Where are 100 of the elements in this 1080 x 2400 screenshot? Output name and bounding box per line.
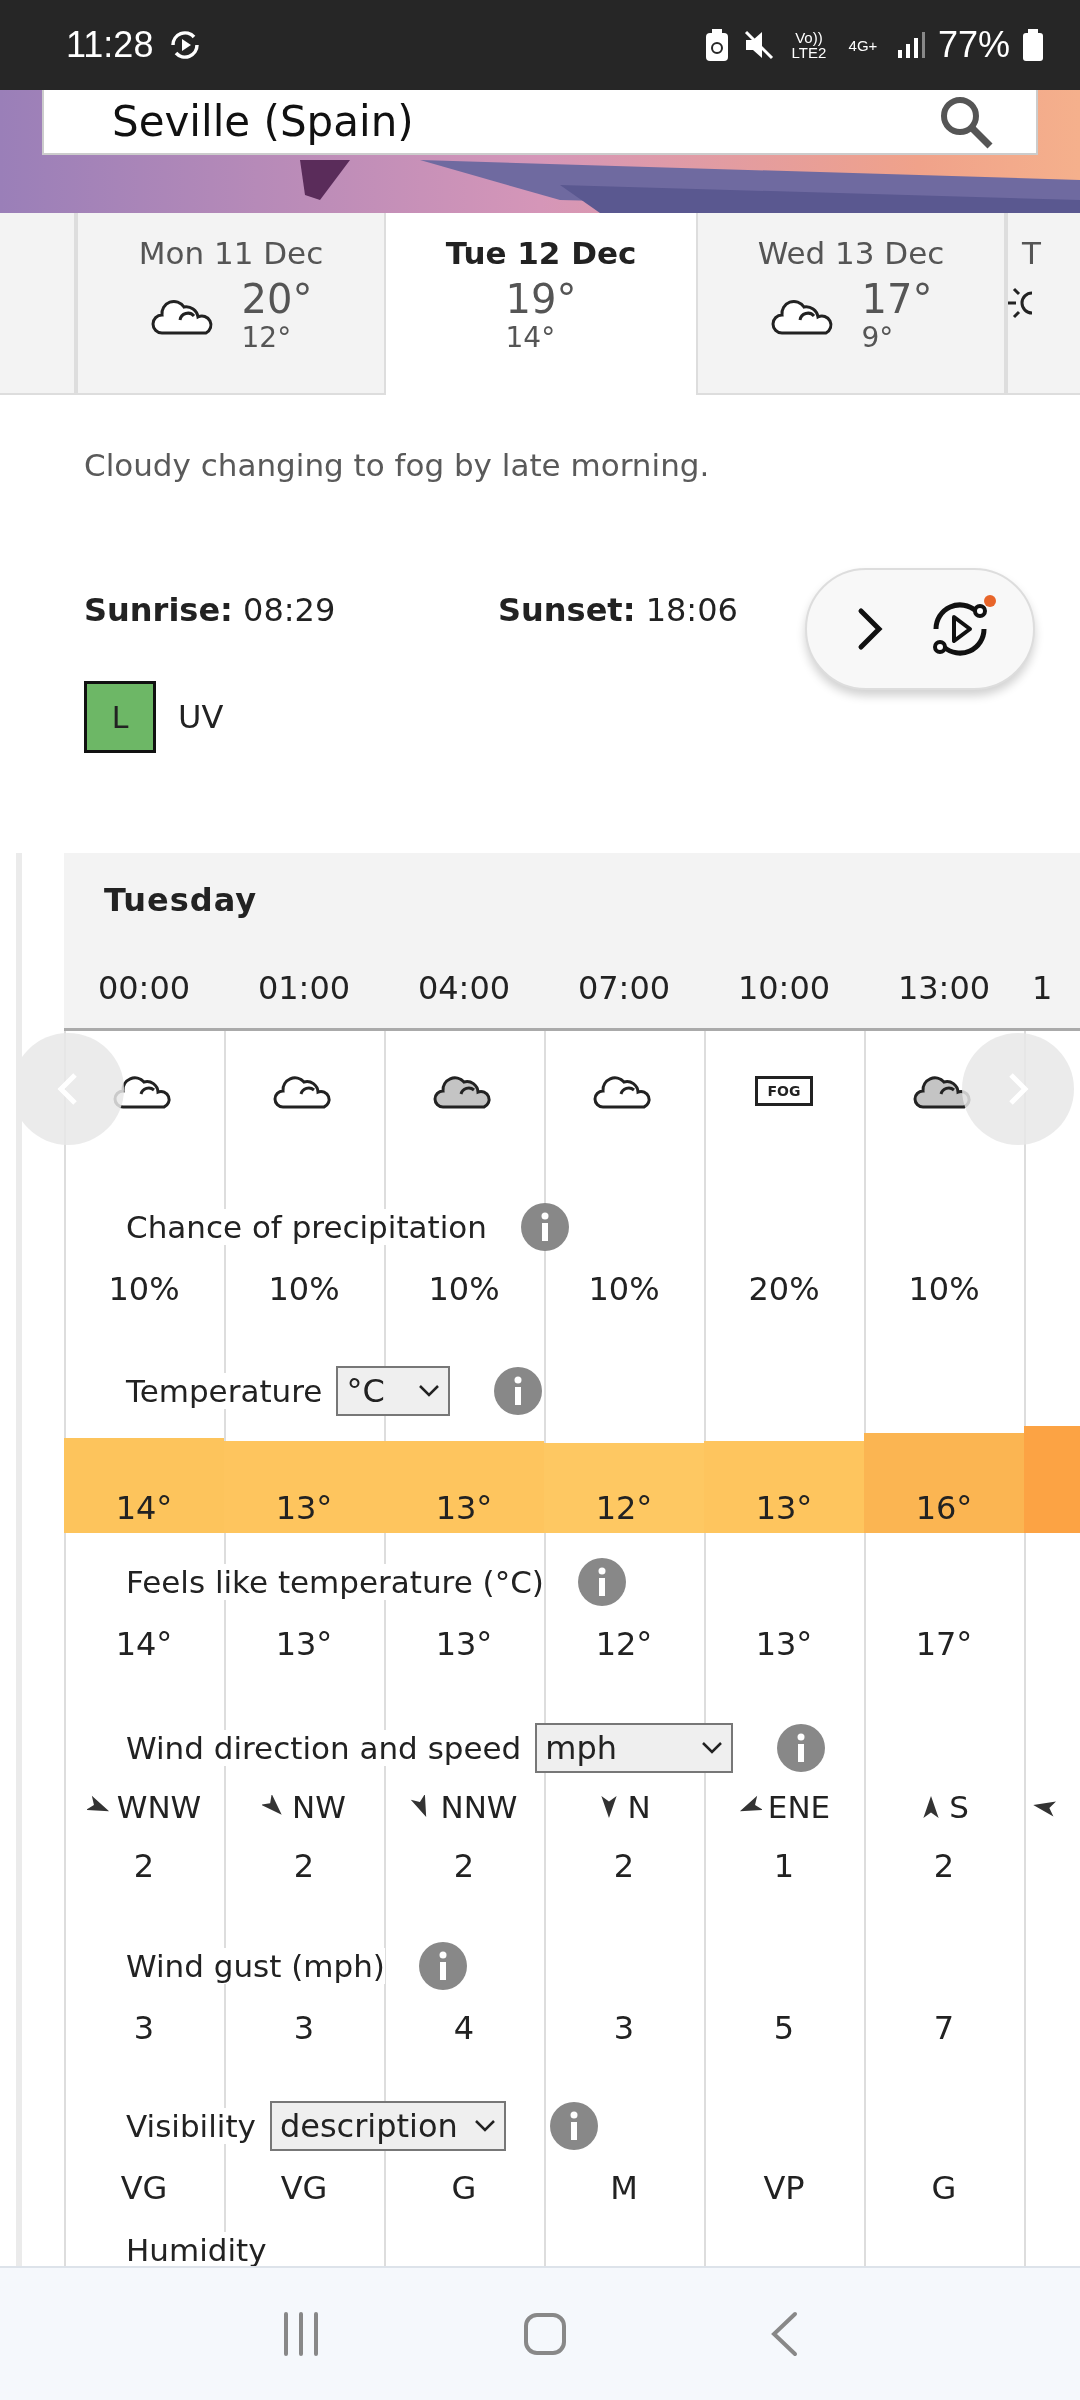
wind-gust-value: 7 — [932, 2008, 956, 2049]
wind-direction: N — [627, 1789, 651, 1825]
wind-gust-value: 3 — [132, 2008, 156, 2049]
wind-speed: 1 — [772, 1846, 796, 1887]
hour-heading: 10:00 — [736, 968, 832, 1009]
feels-like-value: 13° — [274, 1624, 334, 1665]
precipitation-value: 10% — [587, 1269, 661, 1310]
precipitation-value: 20% — [747, 1269, 821, 1310]
info-icon[interactable] — [777, 1724, 826, 1772]
forecast-summary: Cloudy changing to fog by late morning. — [84, 447, 711, 483]
fog-icon: FOG — [754, 1076, 814, 1106]
wind-speed: 2 — [932, 1846, 956, 1887]
temperature-bar: 13° — [224, 1440, 384, 1533]
day-heading: Tuesday — [103, 880, 259, 921]
wind-direction: WNW — [116, 1789, 202, 1825]
recent-apps-icon[interactable] — [281, 2311, 321, 2357]
wind-gust-value: 4 — [452, 2008, 476, 2049]
feels-like-value: 13° — [754, 1624, 814, 1665]
back-icon[interactable] — [769, 2311, 799, 2357]
network-indicator: 4G+ — [847, 37, 879, 53]
sunrise-time: Sunrise: 08:29 — [84, 591, 337, 629]
day-tab[interactable]: Wed 13 Dec 17° 9° — [696, 213, 1006, 395]
caret-icon — [473, 2119, 496, 2133]
low-temperature: 9° — [861, 321, 895, 354]
precipitation-value: 10% — [267, 1269, 341, 1310]
hour-heading: 13:00 — [896, 968, 992, 1009]
temperature-label: Temperature — [126, 1373, 323, 1409]
visibility-value: G — [450, 2168, 478, 2209]
wind-gust-value: 3 — [612, 2008, 636, 2049]
sunset-time: Sunset: 18:06 — [498, 591, 738, 629]
high-temperature: 19° — [505, 277, 577, 321]
wind-speed: 2 — [132, 1846, 156, 1887]
info-icon[interactable] — [549, 2102, 598, 2150]
info-icon[interactable] — [520, 1203, 569, 1251]
visibility-label: Visibility — [126, 2108, 256, 2144]
signal-icon — [895, 30, 926, 60]
unit-dropdown[interactable]: mph — [535, 1723, 734, 1773]
visibility-dropdown[interactable]: description — [269, 2101, 506, 2151]
tab-date: Wed 13 Dec — [757, 235, 945, 271]
feels-like-value: 14° — [114, 1624, 174, 1665]
wind-speed: 2 — [292, 1846, 316, 1887]
low-temperature: 14° — [505, 321, 557, 354]
precipitation-value: 10% — [907, 1269, 981, 1310]
battery-icon — [1022, 28, 1044, 62]
chevron-right-icon — [1007, 1071, 1029, 1107]
volte-indicator: Vo)) LTE2 — [790, 30, 828, 60]
day-tab[interactable]: Mon 11 Dec 20° 12° — [76, 213, 386, 395]
humidity-label: Humidity — [126, 2232, 267, 2268]
temperature-bar: 14° — [64, 1438, 224, 1533]
hour-heading: 1 — [1031, 968, 1054, 1009]
feels-like-label: Feels like temperature (°C) — [126, 1564, 544, 1600]
wind-gust-value: 3 — [292, 2008, 316, 2049]
hour-heading: 04:00 — [416, 968, 512, 1009]
home-icon[interactable] — [523, 2312, 567, 2356]
visibility-value: VG — [119, 2168, 169, 2209]
visibility-value: M — [609, 2168, 639, 2209]
visibility-value: G — [930, 2168, 958, 2209]
tab-date: T — [1022, 235, 1041, 271]
wind-direction: ENE — [767, 1789, 831, 1825]
precipitation-value: 10% — [107, 1269, 181, 1310]
uv-index-badge: L — [84, 681, 156, 753]
hour-heading: 00:00 — [96, 968, 192, 1009]
precipitation-value: 10% — [427, 1269, 501, 1310]
wind-direction: S — [949, 1789, 969, 1825]
info-icon[interactable] — [494, 1367, 543, 1415]
temperature-bar: 12° — [544, 1443, 704, 1533]
wind-direction: NNW — [440, 1789, 518, 1825]
wind-speed: 2 — [612, 1846, 636, 1887]
caret-icon — [418, 1384, 441, 1398]
visibility-value: VP — [762, 2168, 806, 2209]
info-icon[interactable] — [418, 1942, 467, 1990]
visibility-value: VG — [279, 2168, 329, 2209]
wind-gust-value: 5 — [772, 2008, 796, 2049]
unit-dropdown[interactable]: °C — [336, 1366, 451, 1416]
wind-speed: 2 — [452, 1846, 476, 1887]
day-tab[interactable]: T — [1006, 213, 1080, 395]
wind-gust-label: Wind gust (mph) — [126, 1948, 385, 1984]
battery-saver-icon — [703, 28, 730, 62]
info-icon[interactable] — [577, 1558, 626, 1606]
wind-direction: NW — [292, 1789, 346, 1825]
tab-date: Tue 12 Dec — [445, 235, 637, 271]
battery-level: 77% — [937, 24, 1010, 66]
chevron-left-icon — [57, 1071, 79, 1107]
clock: 11:28 — [66, 24, 154, 66]
temperature-bar: 16° — [864, 1433, 1024, 1533]
temperature-bar: 13° — [384, 1440, 544, 1533]
feels-like-value: 13° — [434, 1624, 494, 1665]
wind-label: Wind direction and speed — [126, 1730, 522, 1766]
high-temperature: 17° — [861, 277, 933, 321]
low-temperature: 12° — [241, 321, 293, 354]
temperature-bar: 13° — [704, 1440, 864, 1533]
hour-heading: 01:00 — [256, 968, 352, 1009]
feels-like-value: 12° — [594, 1624, 654, 1665]
tab-date: Mon 11 Dec — [138, 235, 324, 271]
caret-icon — [701, 1741, 724, 1755]
precipitation-label: Chance of precipitation — [126, 1209, 487, 1245]
hour-heading: 07:00 — [576, 968, 672, 1009]
search-field[interactable]: Seville (Spain) — [42, 90, 1038, 155]
uv-label: UV — [178, 698, 224, 736]
feels-like-value: 17° — [914, 1624, 974, 1665]
